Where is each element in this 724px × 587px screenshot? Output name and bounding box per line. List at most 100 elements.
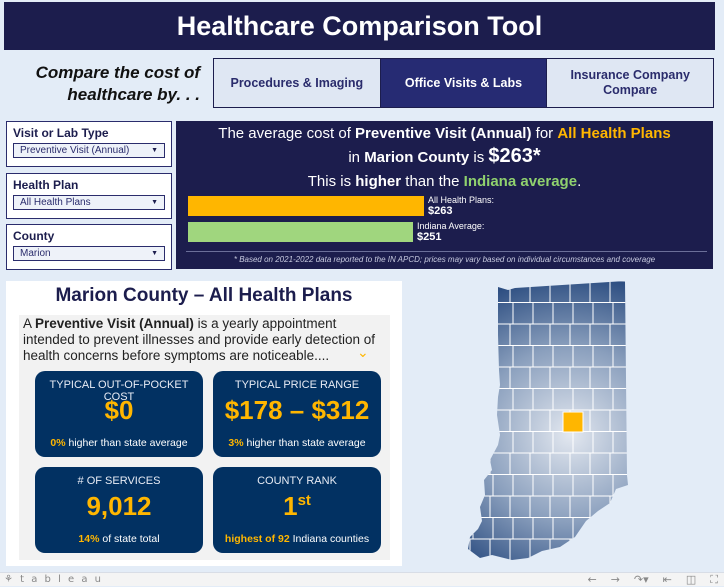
summary-text: in: [348, 149, 365, 166]
county-dropdown[interactable]: Marion ▼: [13, 246, 165, 261]
stat-sub: Indiana counties: [289, 533, 370, 545]
summary-comparison: higher: [355, 173, 402, 190]
desc-text: A: [23, 316, 36, 331]
cost-summary-panel: The average cost of Preventive Visit (An…: [176, 121, 713, 269]
stat-highlight: 14%: [78, 533, 100, 545]
visit-type-dropdown[interactable]: Preventive Visit (Annual) ▼: [13, 143, 165, 158]
county-marion-highlighted[interactable]: [562, 411, 584, 433]
bar-indiana-average: [188, 222, 413, 242]
county-shape[interactable]: [472, 345, 494, 368]
summary-line-3: This is higher than the Indiana average.: [176, 173, 713, 190]
stat-sub: higher than state average: [243, 437, 366, 449]
undo-icon[interactable]: ←: [587, 573, 596, 587]
revert-icon[interactable]: ↷▾: [634, 573, 649, 587]
stat-card-services: # OF SERVICES 9,012 14% of state total: [35, 467, 203, 553]
tab-bar: Procedures & Imaging Office Visits & Lab…: [213, 58, 714, 108]
fullscreen-icon[interactable]: ⛶: [710, 573, 718, 587]
county-filter: County Marion ▼: [6, 224, 172, 270]
footnote: * Based on 2021-2022 data reported to th…: [233, 255, 656, 264]
stat-subtext: 0% higher than state average: [35, 437, 203, 449]
county-value: Marion: [20, 248, 51, 259]
redo-icon[interactable]: →: [611, 573, 620, 587]
divider: [186, 251, 707, 252]
stat-sub: higher than state average: [65, 437, 188, 449]
health-plan-dropdown[interactable]: All Health Plans ▼: [13, 195, 165, 210]
stat-title: # OF SERVICES: [77, 475, 161, 487]
summary-price: $263*: [488, 145, 541, 167]
stat-title: COUNTY RANK: [257, 475, 337, 487]
tab-office-visits-labs[interactable]: Office Visits & Labs: [380, 59, 548, 107]
visit-type-filter: Visit or Lab Type Preventive Visit (Annu…: [6, 121, 172, 167]
desc-service: Preventive Visit (Annual): [35, 316, 194, 331]
county-shape[interactable]: [469, 452, 491, 475]
bar-label-indiana-average: Indiana Average: $251: [417, 221, 484, 243]
expand-chevron-icon[interactable]: ⌄: [357, 345, 369, 361]
dropdown-arrow-icon: ▼: [151, 199, 158, 206]
county-shape[interactable]: [612, 517, 633, 540]
stat-value: $178 – $312: [224, 395, 370, 425]
county-shape[interactable]: [469, 323, 491, 346]
bar-all-health-plans: [188, 196, 424, 216]
summary-service: Preventive Visit (Annual): [355, 125, 532, 142]
service-description: A Preventive Visit (Annual) is a yearly …: [23, 316, 385, 364]
health-plan-filter: Health Plan All Health Plans ▼: [6, 173, 172, 219]
county-shape[interactable]: [469, 409, 491, 432]
stat-subtext: 3% higher than state average: [213, 437, 381, 449]
county-shape[interactable]: [472, 388, 494, 411]
summary-text: than the: [401, 173, 464, 190]
summary-text: is: [469, 149, 489, 166]
stat-card-out-of-pocket: TYPICAL OUT-OF-POCKET COST $0 0% higher …: [35, 371, 203, 457]
summary-reference: Indiana average: [463, 173, 578, 190]
summary-line-2: in Marion County is $263*: [176, 145, 713, 168]
county-shape[interactable]: [592, 517, 614, 540]
dropdown-arrow-icon: ▼: [151, 147, 158, 154]
summary-line-1: The average cost of Preventive Visit (An…: [176, 125, 713, 142]
stat-subtext: 14% of state total: [35, 533, 203, 545]
county-label: County: [13, 229, 55, 243]
county-shape[interactable]: [589, 538, 611, 561]
dropdown-arrow-icon: ▼: [151, 250, 158, 257]
summary-text: The average cost of: [218, 125, 356, 142]
summary-plan: All Health Plans: [557, 125, 671, 142]
map-svg: [468, 281, 633, 561]
bar-label-all-health-plans: All Health Plans: $263: [428, 195, 494, 217]
tab-insurance-company-compare[interactable]: Insurance Company Compare: [547, 59, 714, 107]
stat-subtext: highest of 92 Indiana counties: [213, 533, 381, 545]
county-shape[interactable]: [472, 302, 494, 325]
stat-value: 9,012: [86, 491, 152, 521]
health-plan-value: All Health Plans: [20, 197, 91, 208]
stat-highlight: highest of 92: [224, 533, 290, 545]
stat-value: $0: [104, 395, 134, 425]
county-shape[interactable]: [469, 281, 491, 303]
stat-sub: of state total: [99, 533, 160, 545]
county-shape[interactable]: [609, 538, 630, 561]
visit-type-value: Preventive Visit (Annual): [20, 145, 130, 156]
stat-highlight: 3%: [228, 437, 244, 449]
summary-county: Marion County: [364, 149, 470, 166]
county-panel-title: Marion County – All Health Plans: [55, 285, 353, 306]
stat-value: 1st: [213, 491, 381, 522]
stat-card-price-range: TYPICAL PRICE RANGE $178 – $312 3% highe…: [213, 371, 381, 457]
county-shape[interactable]: [469, 366, 491, 389]
visit-type-label: Visit or Lab Type: [13, 126, 109, 140]
share-icon[interactable]: ◫: [686, 573, 696, 587]
county-detail-panel: Marion County – All Health Plans A Preve…: [6, 281, 402, 566]
stat-highlight: 0%: [50, 437, 66, 449]
summary-text: This is: [307, 173, 356, 190]
county-shape[interactable]: [609, 495, 630, 518]
reset-icon[interactable]: ⇤: [663, 573, 672, 587]
tableau-toolbar: ⚘ t a b l e a u ← → ↷▾ ⇤ ◫ ⛶: [0, 572, 724, 586]
bar-value-label: $251: [417, 231, 442, 243]
tableau-logo: ⚘ t a b l e a u: [4, 574, 104, 585]
indiana-county-map[interactable]: [420, 275, 720, 565]
page-title: Healthcare Comparison Tool: [4, 2, 715, 50]
summary-text: .: [577, 173, 582, 190]
summary-text: for: [531, 125, 558, 142]
rank-number: 1: [283, 491, 298, 521]
compare-prompt: Compare the cost of healthcare by. . .: [35, 63, 200, 104]
tab-procedures-imaging[interactable]: Procedures & Imaging: [214, 59, 381, 107]
description-box: A Preventive Visit (Annual) is a yearly …: [19, 315, 390, 560]
county-shape[interactable]: [472, 431, 494, 454]
county-shape[interactable]: [569, 538, 591, 561]
rank-suffix: st: [297, 492, 311, 509]
